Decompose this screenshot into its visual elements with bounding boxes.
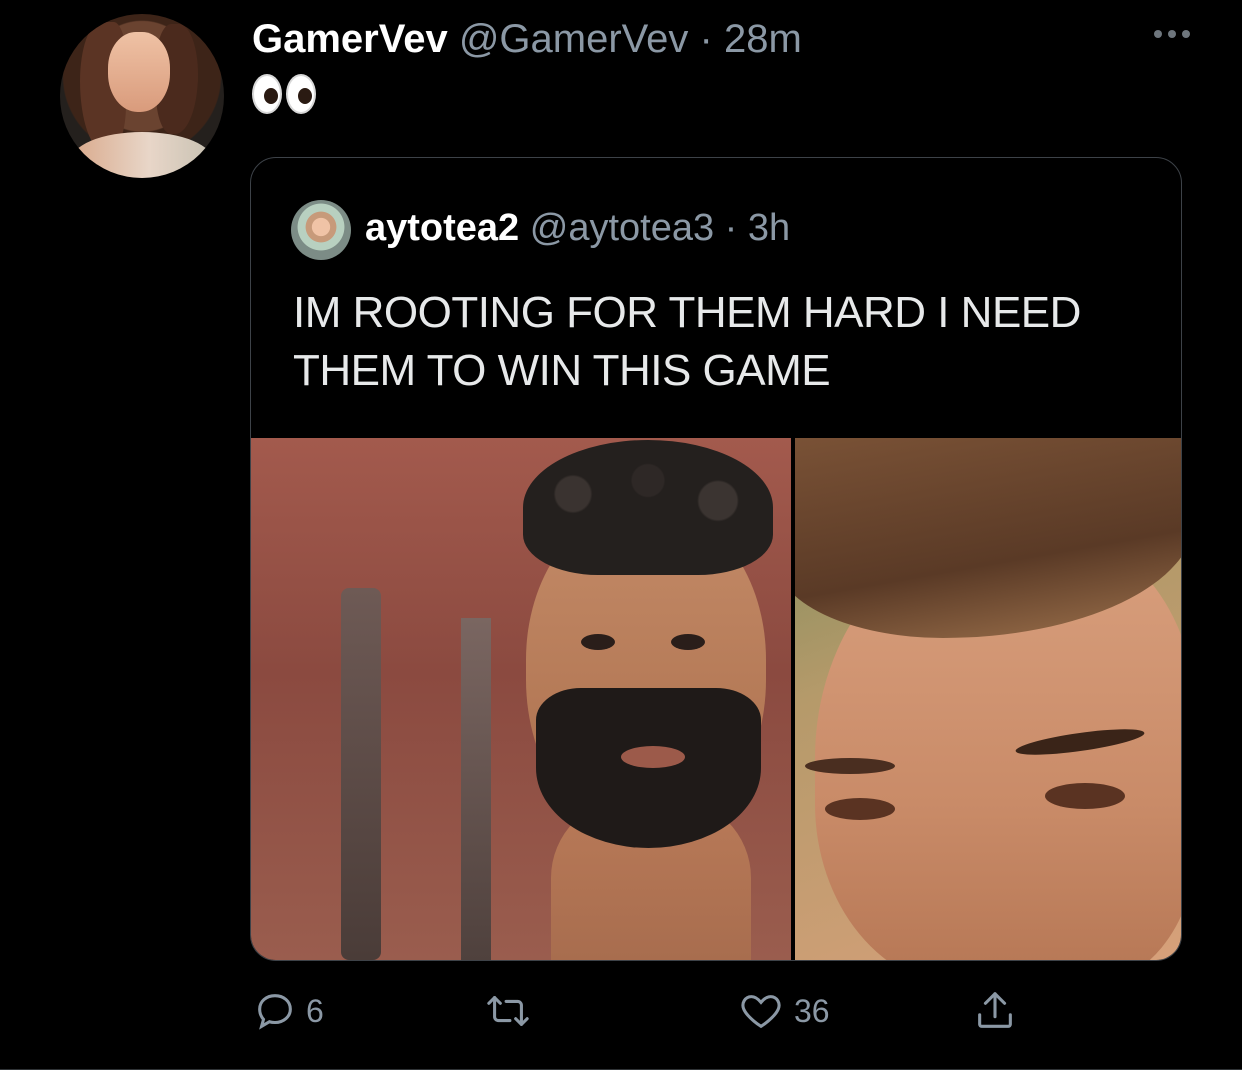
more-dot	[1182, 30, 1190, 38]
more-dot	[1154, 30, 1162, 38]
heart-icon	[741, 995, 781, 1029]
separator-dot: ·	[688, 17, 724, 61]
photo-background-shape	[461, 618, 491, 960]
author-handle[interactable]: @GamerVev	[459, 17, 689, 61]
photo-lips	[621, 746, 685, 768]
author-avatar[interactable]	[60, 14, 224, 178]
quoted-tweet-header: aytotea2 @aytotea3 · 3h	[365, 206, 790, 250]
more-horizontal-icon[interactable]	[1154, 30, 1190, 38]
retweet-icon	[487, 996, 529, 1026]
photo-background-shape	[341, 588, 381, 960]
photo-hair	[523, 440, 773, 575]
photo-eye	[581, 634, 615, 650]
quoted-tweet-text: IM ROOTING FOR THEM HARD I NEED THEM TO …	[293, 288, 1081, 395]
photo-eye	[671, 634, 705, 650]
share-icon	[978, 992, 1012, 1028]
avatar-face	[108, 32, 170, 112]
quoted-author-display-name: aytotea2	[365, 207, 520, 249]
photo-eye	[1045, 783, 1125, 809]
share-button[interactable]	[972, 988, 1018, 1034]
photo-eye	[825, 798, 895, 820]
media-image-left[interactable]	[251, 438, 791, 960]
quoted-tweet-timestamp: 3h	[747, 207, 791, 249]
reply-icon	[258, 994, 292, 1030]
reply-button[interactable]: 6	[252, 988, 324, 1034]
like-count: 36	[794, 992, 830, 1029]
photo-beard	[536, 688, 761, 848]
reply-count: 6	[306, 992, 324, 1029]
retweet-button[interactable]	[482, 988, 542, 1034]
separator-dot: ·	[714, 207, 748, 249]
author-display-name[interactable]: GamerVev	[252, 17, 448, 61]
tweet-header: GamerVev @GamerVev · 28m	[252, 16, 802, 62]
quoted-author-handle: @aytotea3	[529, 207, 715, 249]
media-image-right[interactable]	[795, 438, 1181, 960]
quoted-author-avatar[interactable]	[291, 200, 351, 260]
tweet-timestamp[interactable]: 28m	[724, 17, 802, 61]
quoted-tweet-card[interactable]: aytotea2 @aytotea3 · 3h IM ROOTING FOR T…	[250, 157, 1182, 961]
eyes-emoji	[252, 74, 316, 114]
more-dot	[1168, 30, 1176, 38]
tweet-actions: 6 36	[252, 988, 1052, 1038]
emoji-eye-right	[286, 74, 316, 114]
photo-brow	[805, 758, 895, 774]
like-button[interactable]: 36	[736, 988, 830, 1034]
emoji-eye-left	[252, 74, 282, 114]
